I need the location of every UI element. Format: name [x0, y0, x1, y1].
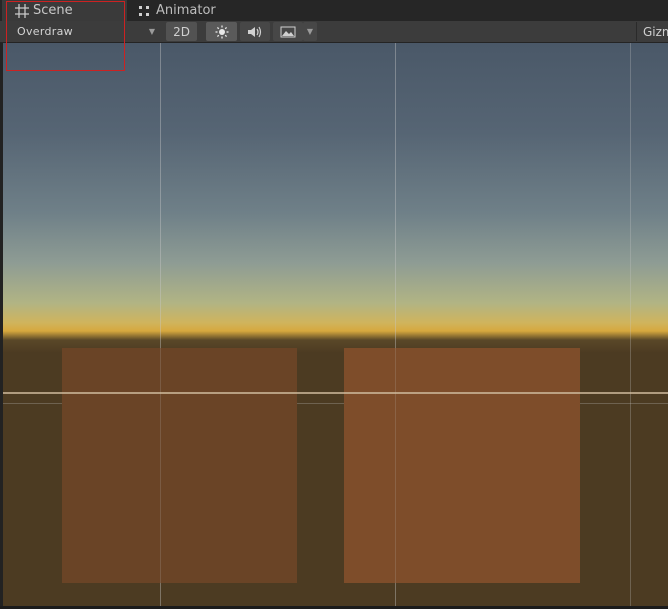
sun-icon [215, 25, 228, 38]
lighting-toggle-button[interactable] [206, 22, 237, 41]
unity-editor-window: Scene Animator Overdraw ▼ 2D ▼ Gizm [0, 0, 668, 609]
draw-mode-value: Overdraw [17, 25, 73, 38]
tab-animator-label: Animator [156, 3, 216, 18]
chevron-down-icon: ▼ [148, 27, 155, 36]
speaker-icon [248, 26, 262, 37]
image-icon [280, 26, 296, 37]
grid-line [160, 43, 161, 606]
tab-scene[interactable]: Scene [2, 0, 127, 21]
grid-line [630, 43, 631, 606]
scene-grid-icon [15, 3, 29, 18]
2d-toggle-button[interactable]: 2D [166, 22, 197, 41]
scene-toolbar: Overdraw ▼ 2D ▼ Gizm [0, 21, 668, 43]
audio-toggle-button[interactable] [240, 22, 270, 41]
draw-mode-dropdown[interactable]: Overdraw ▼ [4, 22, 159, 41]
tab-scene-label: Scene [33, 3, 73, 18]
horizon-axis-line [3, 392, 668, 394]
effects-toggle-button[interactable] [273, 22, 303, 41]
grid-line [395, 43, 396, 606]
scene-viewport[interactable] [3, 43, 668, 606]
tab-animator[interactable]: Animator [135, 0, 235, 21]
sprite-left[interactable] [62, 348, 297, 583]
gizmos-dropdown[interactable]: Gizm [636, 22, 668, 41]
tab-strip: Scene Animator [0, 0, 668, 22]
effects-dropdown-arrow[interactable]: ▼ [303, 22, 317, 41]
animator-icon [139, 5, 149, 16]
chevron-down-icon: ▼ [306, 27, 314, 36]
sprite-right[interactable] [344, 348, 580, 583]
